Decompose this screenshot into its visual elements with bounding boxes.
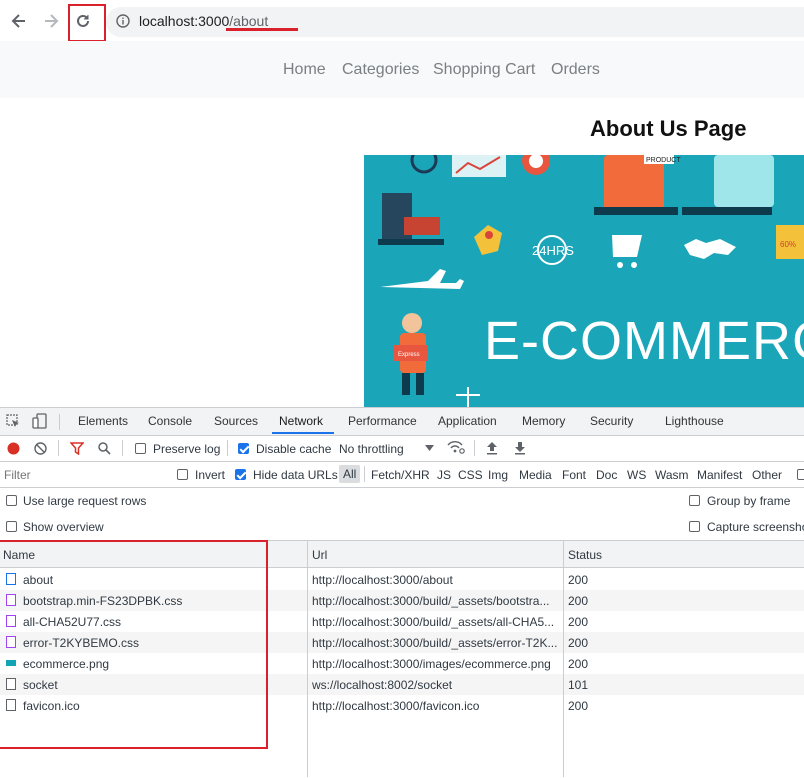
disable-cache-checkbox[interactable] xyxy=(238,443,249,454)
request-status: 200 xyxy=(568,699,589,713)
nav-link-categories[interactable]: Categories xyxy=(342,61,419,79)
request-status: 200 xyxy=(568,657,589,671)
filter-icon[interactable] xyxy=(70,442,84,455)
divider xyxy=(122,440,123,456)
request-status: 200 xyxy=(568,636,589,650)
tab-memory[interactable]: Memory xyxy=(522,414,565,428)
filter-type-js[interactable]: JS xyxy=(437,468,451,482)
export-har-icon[interactable] xyxy=(514,441,526,455)
page-title: About Us Page xyxy=(590,116,747,141)
arrow-right-icon xyxy=(45,14,59,28)
blocked-requests-checkbox[interactable] xyxy=(797,469,804,480)
request-status: 200 xyxy=(568,615,589,629)
hero-ecommerce-text: E-COMMERC xyxy=(484,311,804,371)
network-conditions-icon[interactable] xyxy=(447,440,465,455)
column-divider xyxy=(563,541,564,777)
filter-type-media[interactable]: Media xyxy=(519,468,552,482)
filter-type-manifest[interactable]: Manifest xyxy=(697,468,742,482)
ecommerce-illustration: PRODUCT 24HRS 60% Express E-COMMERC xyxy=(378,155,804,407)
tab-network[interactable]: Network xyxy=(279,414,323,428)
preserve-log-checkbox[interactable] xyxy=(135,443,146,454)
hide-data-urls-label: Hide data URLs xyxy=(253,468,338,482)
filter-type-other[interactable]: Other xyxy=(752,468,782,482)
inspect-element-icon[interactable] xyxy=(6,414,20,428)
clear-icon[interactable] xyxy=(34,442,47,455)
filter-type-wasm[interactable]: Wasm xyxy=(655,468,689,482)
invert-label: Invert xyxy=(195,468,226,482)
filter-type-font[interactable]: Font xyxy=(562,468,586,482)
request-url: ws://localhost:8002/socket xyxy=(312,678,453,692)
hero-24hrs-text: 24HRS xyxy=(532,243,574,258)
capture-screenshots-checkbox[interactable] xyxy=(689,521,700,532)
hero-product-text: PRODUCT xyxy=(646,157,681,164)
hero-discount-text: 60% xyxy=(780,240,796,249)
filter-input[interactable] xyxy=(2,465,166,485)
back-button[interactable] xyxy=(6,8,32,34)
group-by-frame-label: Group by frame xyxy=(707,494,791,508)
preserve-log-label: Preserve log xyxy=(153,442,221,456)
tab-console[interactable]: Console xyxy=(148,414,192,428)
request-status: 101 xyxy=(568,678,589,692)
reload-highlight-box xyxy=(68,4,106,42)
column-header-url[interactable]: Url xyxy=(312,548,327,562)
filter-type-all[interactable]: All xyxy=(339,465,361,483)
nav-link-home[interactable]: Home xyxy=(283,61,326,79)
import-har-icon[interactable] xyxy=(486,441,498,455)
request-url: http://localhost:3000/favicon.ico xyxy=(312,699,480,713)
tab-application[interactable]: Application xyxy=(438,414,497,428)
search-icon[interactable] xyxy=(98,442,111,455)
url-path: /about xyxy=(229,13,269,29)
divider xyxy=(474,440,475,456)
column-divider xyxy=(307,541,308,777)
large-rows-checkbox[interactable] xyxy=(6,495,17,506)
tab-elements[interactable]: Elements xyxy=(78,414,128,428)
request-url: http://localhost:3000/build/_assets/all-… xyxy=(312,615,555,629)
record-icon[interactable] xyxy=(7,442,20,455)
url-annotation-underline xyxy=(226,28,298,31)
large-rows-label: Use large request rows xyxy=(23,494,147,508)
forward-button[interactable] xyxy=(38,8,64,34)
invert-checkbox[interactable] xyxy=(177,469,188,480)
divider xyxy=(227,440,228,456)
tab-performance[interactable]: Performance xyxy=(348,414,417,428)
column-header-status[interactable]: Status xyxy=(568,548,602,562)
nav-link-orders[interactable]: Orders xyxy=(551,61,600,79)
request-url: http://localhost:3000/build/_assets/boot… xyxy=(312,594,550,608)
info-icon[interactable] xyxy=(116,14,130,28)
group-by-frame-checkbox[interactable] xyxy=(689,495,700,506)
hero-express-text: Express xyxy=(398,352,420,358)
filter-type-ws[interactable]: WS xyxy=(627,468,646,482)
capture-screenshots-label: Capture screenshots xyxy=(707,520,804,534)
url-host: localhost:3000 xyxy=(139,13,230,29)
request-url: http://localhost:3000/build/_assets/erro… xyxy=(312,636,558,650)
url-text[interactable]: localhost:3000/about xyxy=(139,13,268,29)
filter-type-doc[interactable]: Doc xyxy=(596,468,617,482)
ecommerce-hero-image: PRODUCT 24HRS 60% Express E-COMMERC xyxy=(364,155,804,407)
filter-type-img[interactable]: Img xyxy=(488,468,508,482)
show-overview-label: Show overview xyxy=(23,520,104,534)
request-url: http://localhost:3000/about xyxy=(312,573,453,587)
tab-sources[interactable]: Sources xyxy=(214,414,258,428)
divider xyxy=(364,466,365,482)
show-overview-checkbox[interactable] xyxy=(6,521,17,532)
request-status: 200 xyxy=(568,573,589,587)
chevron-down-icon[interactable] xyxy=(425,445,434,452)
disable-cache-label: Disable cache xyxy=(256,442,332,456)
hide-data-urls-checkbox[interactable] xyxy=(235,469,246,480)
arrow-left-icon xyxy=(11,14,25,28)
request-url: http://localhost:3000/images/ecommerce.p… xyxy=(312,657,551,671)
divider xyxy=(58,440,59,456)
name-column-highlight-box xyxy=(0,540,268,749)
device-toolbar-icon[interactable] xyxy=(32,413,48,429)
nav-link-shopping-cart[interactable]: Shopping Cart xyxy=(433,61,535,79)
divider xyxy=(59,414,60,430)
request-status: 200 xyxy=(568,594,589,608)
filter-type-css[interactable]: CSS xyxy=(458,468,483,482)
throttling-select[interactable]: No throttling xyxy=(339,442,404,456)
tab-lighthouse[interactable]: Lighthouse xyxy=(665,414,724,428)
active-tab-indicator xyxy=(272,432,334,434)
tab-security[interactable]: Security xyxy=(590,414,633,428)
filter-type-fetch-xhr[interactable]: Fetch/XHR xyxy=(371,468,430,482)
